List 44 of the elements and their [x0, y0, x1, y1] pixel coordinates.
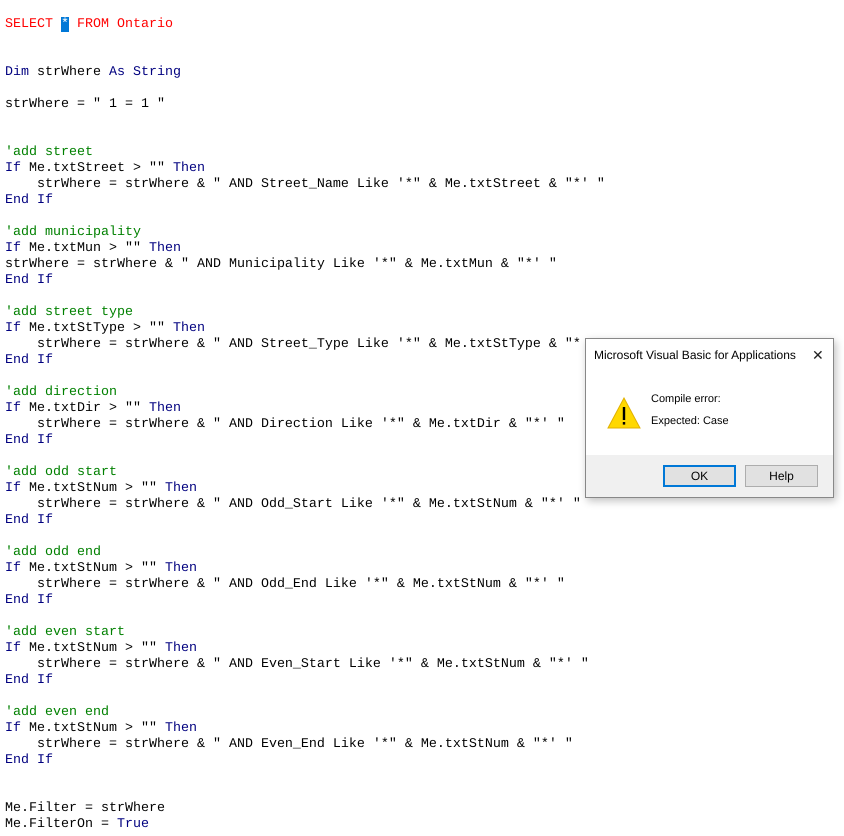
code-line: End If	[5, 433, 53, 449]
code-line: If Me.txtStNum > "" Then	[5, 641, 197, 657]
code-line: If Me.txtStNum > "" Then	[5, 721, 197, 737]
code-line: strWhere = strWhere & " AND Municipality Like '*" & Me.txtMun & "*' "	[5, 257, 557, 273]
code-line: 'add municipality	[5, 225, 141, 241]
code-line: Me.Filter = strWhere	[5, 801, 165, 817]
code-line: If Me.txtStNum > "" Then	[5, 561, 197, 577]
code-line: SELECT * FROM Ontario	[5, 17, 173, 33]
code-line: 'add even end	[5, 705, 109, 721]
code-line: strWhere = " 1 = 1 "	[5, 97, 165, 113]
code-line: strWhere = strWhere & " AND Even_End Like '*" & Me.txtStNum & "*' "	[36, 737, 573, 753]
code-line: End If	[5, 273, 53, 289]
code-line: If Me.txtStNum > "" Then	[5, 481, 197, 497]
error-message: Expected: Case	[651, 415, 729, 427]
code-line: strWhere = strWhere & " AND Street_Type Like '*" & Me.txtStType & "*	[36, 337, 581, 353]
error-heading: Compile error:	[651, 393, 722, 405]
close-button[interactable]: ✕	[803, 340, 833, 370]
code-line: End If	[5, 593, 53, 609]
code-line: 'add odd end	[5, 545, 101, 561]
code-line: Me.FilterOn = True	[5, 817, 149, 833]
code-line: 'add even start	[5, 625, 125, 641]
code-line: 'add odd start	[5, 465, 117, 481]
code-line: strWhere = strWhere & " AND Even_Start Like '*" & Me.txtStNum & "*' "	[36, 657, 589, 673]
dialog-button[interactable]: OK	[663, 465, 736, 487]
code-line: If Me.txtDir > "" Then	[5, 401, 181, 417]
code-line: End If	[5, 193, 53, 209]
code-line: End If	[5, 673, 53, 689]
code-line: If Me.txtStType > "" Then	[5, 321, 205, 337]
code-line: strWhere = strWhere & " AND Odd_Start Like '*" & Me.txtStNum & "*' "	[36, 497, 581, 513]
dialog-title: Microsoft Visual Basic for Applications	[594, 348, 796, 362]
warning-icon	[607, 397, 641, 429]
code-line: strWhere = strWhere & " AND Street_Name Like '*" & Me.txtStreet & "*' "	[36, 177, 605, 193]
code-line: If Me.txtMun > "" Then	[5, 241, 181, 257]
code-line: strWhere = strWhere & " AND Odd_End Like '*" & Me.txtStNum & "*' "	[36, 577, 565, 593]
code-line: Dim strWhere As String	[5, 65, 181, 81]
dialog-button[interactable]: Help	[745, 465, 818, 487]
code-line: strWhere = strWhere & " AND Direction Like '*" & Me.txtDir & "*' "	[36, 417, 565, 433]
code-line: End If	[5, 353, 53, 369]
code-line: 'add street type	[5, 305, 133, 321]
code-line: End If	[5, 513, 53, 529]
code-line: If Me.txtStreet > "" Then	[5, 161, 205, 177]
code-line: End If	[5, 753, 53, 769]
code-line: 'add direction	[5, 385, 117, 401]
code-line: 'add street	[5, 145, 93, 161]
